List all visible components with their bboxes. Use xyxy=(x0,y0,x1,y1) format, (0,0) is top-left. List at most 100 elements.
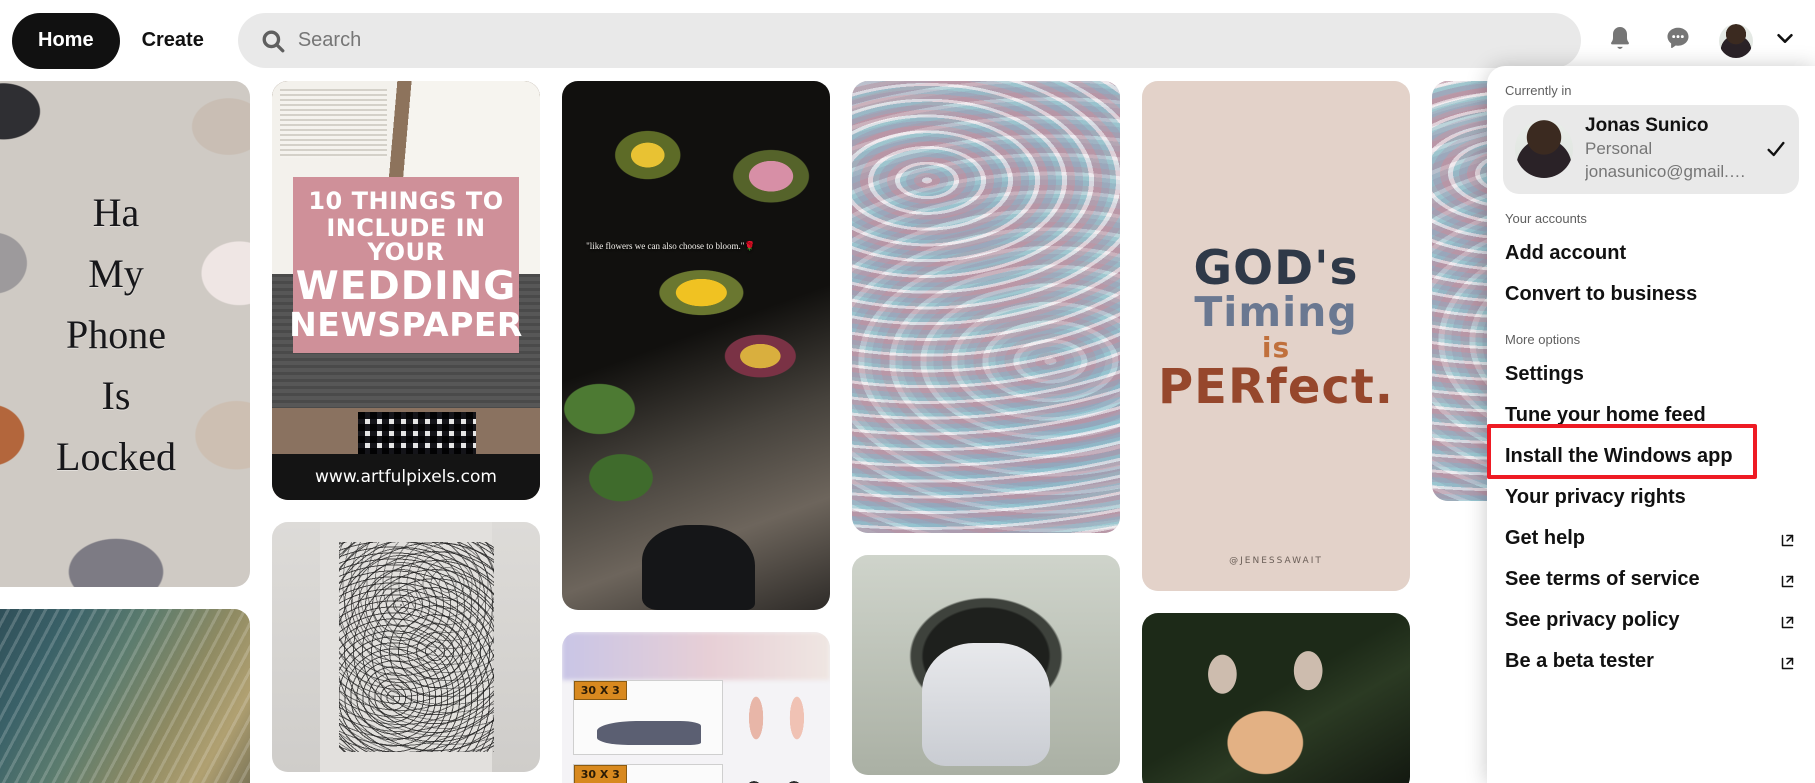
pin-text-line: My xyxy=(88,250,144,296)
account-email: jonasunico@gmail.com xyxy=(1585,161,1753,181)
pin-text-line: PERfect. xyxy=(1158,358,1394,415)
menu-item-label: Be a beta tester xyxy=(1505,649,1654,672)
hood-interior xyxy=(921,643,1051,767)
pin-text-overlay: GOD's Timing is PERfect. xyxy=(1158,241,1394,415)
account-details: Jonas Sunico Personal jonasunico@gmail.c… xyxy=(1585,115,1753,184)
account-menu-toggle[interactable] xyxy=(1765,12,1805,70)
account-avatar-button[interactable] xyxy=(1707,12,1765,70)
account-name: Jonas Sunico xyxy=(1585,115,1709,136)
menu-item-label: See terms of service xyxy=(1505,567,1700,590)
blurred-background xyxy=(562,632,830,681)
account-avatar xyxy=(1515,120,1573,179)
home-button[interactable]: Home xyxy=(12,12,120,69)
notifications-button[interactable] xyxy=(1591,12,1649,70)
menu-item-label: Tune your home feed xyxy=(1505,403,1706,426)
your-accounts-label: Your accounts xyxy=(1505,210,1587,226)
menu-item-label: Get help xyxy=(1505,526,1586,549)
pin-text-line: Timing xyxy=(1194,288,1358,337)
pin-text-line: GOD's xyxy=(1193,241,1359,297)
exercise-figure xyxy=(597,720,702,746)
pin-artwork: Ha My Phone Is Locked xyxy=(0,81,250,587)
pin-text-line: Phone xyxy=(66,311,166,357)
header-action-icons xyxy=(1591,12,1805,70)
pin-artwork xyxy=(0,609,250,783)
account-actions-list: Add account Convert to business xyxy=(1503,233,1799,315)
menu-item-label: See privacy policy xyxy=(1505,608,1680,631)
account-dropdown-menu: Currently in Jonas Sunico Personal jonas… xyxy=(1487,66,1815,783)
pin-title-line-3: WEDDING xyxy=(295,264,517,310)
pin-quote-overlay: "like flowers we can also choose to bloo… xyxy=(586,240,756,251)
pin-artwork: "like flowers we can also choose to bloo… xyxy=(562,81,830,610)
feed-column: "like flowers we can also choose to bloo… xyxy=(562,81,830,783)
pin-artwork xyxy=(272,522,540,772)
menu-item-label: Convert to business xyxy=(1505,282,1698,305)
pin-artist-handle: @JENESSAWAIT xyxy=(1229,555,1323,566)
menu-item-see-privacy-policy[interactable]: See privacy policy xyxy=(1503,600,1799,641)
menu-item-tune-your-home-feed[interactable]: Tune your home feed xyxy=(1503,395,1799,436)
bell-icon xyxy=(1606,24,1634,57)
newsprint-texture xyxy=(280,88,388,159)
feed-column: Ha My Phone Is Locked xyxy=(0,81,250,783)
menu-item-settings[interactable]: Settings xyxy=(1503,354,1799,395)
menu-item-your-privacy-rights[interactable]: Your privacy rights xyxy=(1503,477,1799,518)
external-link-icon xyxy=(1780,531,1795,546)
avatar xyxy=(1719,23,1753,58)
current-account-card[interactable]: Jonas Sunico Personal jonasunico@gmail.c… xyxy=(1503,105,1799,194)
pin-flower-market[interactable]: "like flowers we can also choose to bloo… xyxy=(562,81,830,610)
menu-item-label: Install the Windows app xyxy=(1505,444,1733,467)
rep-badge: 30 X 3 xyxy=(573,765,627,783)
menu-item-label: Your privacy rights xyxy=(1505,485,1686,508)
pin-artwork xyxy=(1142,613,1410,783)
pin-text-line: is xyxy=(1261,330,1291,364)
search-input[interactable] xyxy=(297,29,1559,52)
check-icon xyxy=(1765,138,1787,160)
feed-column xyxy=(852,81,1120,783)
pin-artwork xyxy=(852,555,1120,775)
pin-source-url: www.artfulpixels.com xyxy=(272,453,540,500)
feed-column: 10 THINGS TO INCLUDE IN YOUR WEDDING NEWSPA… xyxy=(272,81,540,783)
pin-text-line: Is xyxy=(101,372,131,418)
chat-bubble-icon xyxy=(1664,24,1692,57)
more-options-label: More options xyxy=(1505,331,1581,347)
pin-cat-photo[interactable] xyxy=(1142,613,1410,783)
exercise-panel: 30 X 3 xyxy=(572,680,723,756)
pin-artwork: 10 THINGS TO INCLUDE IN YOUR WEDDING NEWSPA… xyxy=(272,81,540,500)
account-type: Personal xyxy=(1585,138,1653,158)
pin-artwork xyxy=(852,81,1120,533)
search-icon xyxy=(260,28,286,54)
chevron-down-icon xyxy=(1774,27,1796,54)
messages-button[interactable] xyxy=(1649,12,1707,70)
pin-water-texture[interactable] xyxy=(0,609,250,783)
menu-item-add-account[interactable]: Add account xyxy=(1503,233,1799,274)
figures-diagram xyxy=(733,768,814,783)
exercise-panel: 30 X 3 xyxy=(572,764,723,783)
menu-item-label: Settings xyxy=(1505,362,1584,385)
search-bar[interactable] xyxy=(237,13,1581,68)
pin-artwork: 30 X 3 30 X 3 xyxy=(562,632,830,783)
pin-scribble-portrait[interactable] xyxy=(272,522,540,772)
currently-in-label: Currently in xyxy=(1505,83,1572,98)
pin-wedding-newspaper[interactable]: 10 THINGS TO INCLUDE IN YOUR WEDDING NEWSPA… xyxy=(272,81,540,500)
pin-tom-jerry-locked[interactable]: Ha My Phone Is Locked xyxy=(0,81,250,587)
create-button[interactable]: Create xyxy=(120,13,226,69)
pin-hood-dryer[interactable] xyxy=(852,555,1120,775)
pin-title-line-4: NEWSPAPER xyxy=(289,305,523,345)
external-link-icon xyxy=(1780,572,1795,587)
rep-badge: 30 X 3 xyxy=(573,681,627,701)
pin-title-band: 10 THINGS TO INCLUDE IN YOUR WEDDING NEWSPA… xyxy=(289,177,522,354)
feed-column: GOD's Timing is PERfect. @JENESSAWAIT xyxy=(1142,81,1410,783)
pin-title-line-2: INCLUDE IN YOUR xyxy=(326,214,486,267)
menu-item-get-help[interactable]: Get help xyxy=(1503,518,1799,559)
menu-item-install-the-windows-app[interactable]: Install the Windows app xyxy=(1503,436,1799,477)
pin-gods-timing[interactable]: GOD's Timing is PERfect. @JENESSAWAIT xyxy=(1142,81,1410,591)
external-link-icon xyxy=(1780,654,1795,669)
pin-holographic-texture[interactable] xyxy=(852,81,1120,533)
scribble-portrait xyxy=(339,542,495,752)
menu-item-be-a-beta-tester[interactable]: Be a beta tester xyxy=(1503,641,1799,682)
menu-item-see-terms-of-service[interactable]: See terms of service xyxy=(1503,559,1799,600)
pin-artwork: GOD's Timing is PERfect. @JENESSAWAIT xyxy=(1142,81,1410,591)
menu-item-convert-to-business[interactable]: Convert to business xyxy=(1503,274,1799,315)
pin-title-line-1: 10 THINGS TO xyxy=(308,187,504,216)
pin-exercise-infographic[interactable]: 30 X 3 30 X 3 xyxy=(562,632,830,783)
pin-text-line: Locked xyxy=(56,433,176,479)
